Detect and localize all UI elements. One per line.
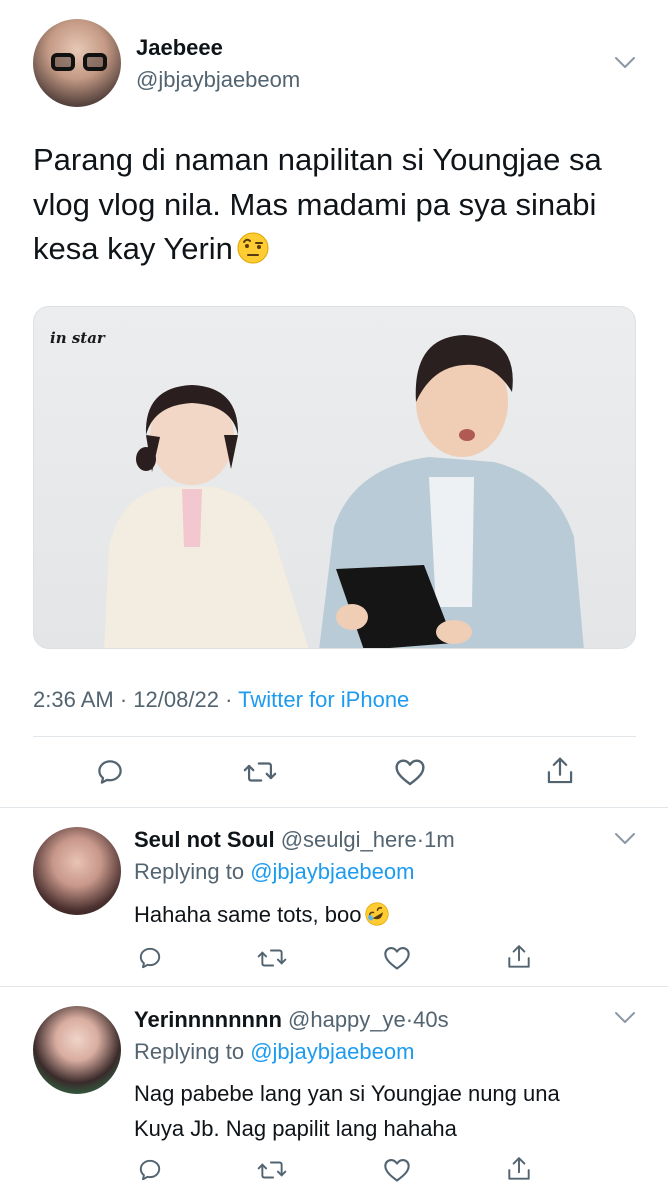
retweet-icon[interactable]	[257, 1157, 287, 1183]
reply-separator: ·	[405, 1007, 414, 1032]
tweet-text: Parang di naman napilitan si Youngjae sa…	[33, 138, 643, 272]
reply-body: Hahaha same tots, boo	[134, 902, 362, 927]
reply-time: 40s	[413, 1007, 449, 1032]
main-tweet: Jaebeee @jbjaybjaebeom Parang di naman n…	[0, 0, 668, 808]
photo-illustration	[104, 335, 584, 648]
tweet-meta: 2:36 AM · 12/08/22 · Twitter for iPhone	[33, 687, 409, 713]
face-with-raised-eyebrow-icon	[237, 232, 269, 264]
replying-label: Replying to	[134, 1039, 245, 1064]
reply-avatar[interactable]	[33, 827, 121, 915]
sunglasses-icon	[51, 53, 107, 71]
reply-icon[interactable]	[95, 757, 125, 787]
reply-icon[interactable]	[137, 1157, 163, 1183]
reply-header: Yerinnnnnnnn @happy_ye·40s	[134, 1007, 449, 1033]
reply-time: 1m	[424, 827, 455, 852]
reply-author-handle[interactable]: @seulgi_here	[281, 827, 417, 852]
replying-to: Replying to @jbjaybjaebeom	[134, 859, 414, 885]
share-icon[interactable]	[545, 755, 575, 787]
share-icon[interactable]	[506, 1155, 532, 1183]
reply-tweet[interactable]: Seul not Soul @seulgi_here·1m Replying t…	[0, 808, 668, 986]
reply-author-name[interactable]: Yerinnnnnnnn	[134, 1007, 282, 1032]
share-icon[interactable]	[506, 943, 532, 971]
reply-author-handle[interactable]: @happy_ye	[288, 1007, 406, 1032]
author-avatar[interactable]	[33, 19, 121, 107]
tweet-media-photo[interactable]: in star	[33, 306, 636, 649]
rolling-laughing-emoji-icon	[365, 902, 390, 926]
replying-to-link[interactable]: @jbjaybjaebeom	[250, 859, 414, 884]
reply-author-name[interactable]: Seul not Soul	[134, 827, 275, 852]
tweet-date: 12/08/22	[133, 687, 219, 712]
chevron-down-icon[interactable]	[614, 832, 636, 846]
replying-to: Replying to @jbjaybjaebeom	[134, 1039, 414, 1065]
chevron-down-icon[interactable]	[614, 56, 636, 70]
reply-icon[interactable]	[137, 945, 163, 971]
meta-separator: ·	[225, 687, 233, 712]
tweet-time: 2:36 AM	[33, 687, 114, 712]
meta-separator: ·	[119, 687, 128, 712]
reply-tweet[interactable]: Yerinnnnnnnn @happy_ye·40s Replying to @…	[0, 987, 668, 1200]
divider	[33, 736, 636, 737]
reply-separator: ·	[416, 827, 425, 852]
like-icon[interactable]	[394, 757, 426, 787]
author-handle[interactable]: @jbjaybjaebeom	[136, 67, 300, 93]
like-icon[interactable]	[383, 945, 411, 971]
retweet-icon[interactable]	[257, 945, 287, 971]
chevron-down-icon[interactable]	[614, 1011, 636, 1025]
author-name[interactable]: Jaebeee	[136, 35, 223, 61]
tweet-body: Parang di naman napilitan si Youngjae sa…	[33, 142, 602, 266]
reply-header: Seul not Soul @seulgi_here·1m	[134, 827, 455, 853]
replying-label: Replying to	[134, 859, 245, 884]
replying-to-link[interactable]: @jbjaybjaebeom	[250, 1039, 414, 1064]
like-icon[interactable]	[383, 1157, 411, 1183]
retweet-icon[interactable]	[243, 757, 277, 787]
reply-text: Hahaha same tots, boo	[134, 897, 634, 932]
tweet-source-link[interactable]: Twitter for iPhone	[238, 687, 409, 712]
reply-avatar[interactable]	[33, 1006, 121, 1094]
reply-text: Nag pabebe lang yan si Youngjae nung una…	[134, 1081, 560, 1141]
